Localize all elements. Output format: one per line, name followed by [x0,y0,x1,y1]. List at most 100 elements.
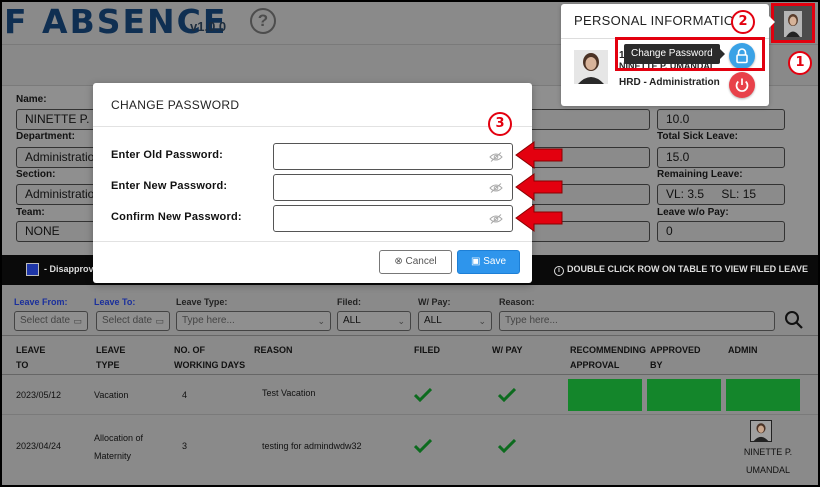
w-pay-select[interactable]: ALL ⌄ [418,311,492,331]
th-leave-type[interactable]: LEAVE TYPE [96,343,125,373]
divider [93,126,532,127]
leave-from-label: Leave From: [14,297,68,307]
table-row[interactable]: 2023/04/24 Allocation of Maternity 3 tes… [2,415,818,485]
th-days-line1: NO. OF [174,345,205,355]
new-password-input[interactable] [273,174,513,201]
arrow-left-icon [515,204,563,232]
remaining-field: VL: 3.5 SL: 15 [657,184,785,205]
leave-type-select[interactable]: Type here... ⌄ [176,311,331,331]
th-days-line2: WORKING DAYS [174,360,246,370]
w-pay-value: ALL [424,315,442,326]
leave-to-placeholder: Select date [102,315,153,326]
step-marker-1: 1 [788,51,812,75]
approved-status-cell [647,379,721,411]
leave-from-datepicker[interactable]: Select date ▭ [14,311,88,331]
personal-info-title: PERSONAL INFORMATION [574,13,744,28]
th-leave-to-line1: LEAVE [16,345,46,355]
th-recommending-line1: RECOMMENDING [570,345,646,355]
th-w-pay[interactable]: W/ PAY [492,343,523,358]
name-label: Name: [16,94,47,105]
th-reason[interactable]: REASON [254,343,293,358]
cell-admin-line2: UMANDAL [745,465,790,475]
save-icon: ▣ [470,256,481,267]
th-leave-type-line2: TYPE [96,360,120,370]
legend-hint: i DOUBLE CLICK ROW ON TABLE TO VIEW FILED… [554,264,808,276]
remaining-label: Remaining Leave: [657,169,743,180]
check-icon [414,388,432,402]
step-marker-2: 2 [731,10,755,34]
filed-select[interactable]: ALL ⌄ [337,311,411,331]
legend-swatch [26,263,39,276]
team-label: Team: [16,207,45,218]
chevron-down-icon: ⌄ [478,316,486,326]
logout-button[interactable] [729,72,755,98]
th-leave-to-line2: TO [16,360,29,370]
calendar-icon: ▭ [73,316,82,326]
cell-reason: Test Vacation [262,388,316,398]
team-field: NONE [16,221,96,242]
th-leave-type-line1: LEAVE [96,345,126,355]
save-button[interactable]: ▣ Save [457,250,520,274]
table-header: LEAVE TO LEAVE TYPE NO. OF WORKING DAYS … [2,335,818,375]
app-frame: F ABSENCE v1.0.0 ? Name: NINETTE P. U De… [0,0,820,487]
new-password-label: Enter New Password: [111,180,228,192]
help-icon[interactable]: ? [250,8,276,34]
search-icon[interactable] [784,310,804,330]
eye-slash-icon[interactable] [489,214,503,224]
remaining-sl: SL: 15 [721,187,757,201]
department-field: Administration [16,147,96,168]
department-label: Department: [16,131,75,142]
section-field: Administration [16,184,96,205]
reason-placeholder: Type here... [505,315,558,326]
cell-leave-to: 2023/04/24 [16,441,62,451]
old-password-input[interactable] [273,143,513,170]
check-icon [414,439,432,453]
divider [93,241,532,242]
cancel-button[interactable]: ⊗ Cancel [379,250,452,274]
eye-slash-icon[interactable] [489,183,503,193]
leave-to-datepicker[interactable]: Select date ▭ [96,311,170,331]
th-admin[interactable]: ADMIN [728,343,758,358]
leave-to-label: Leave To: [94,297,136,307]
name-field: NINETTE P. U [16,109,96,130]
th-recommending-line2: APPROVAL [570,360,620,370]
table-row[interactable]: 2023/05/12 Vacation 4 Test Vacation [2,375,818,415]
legend-text: - Disapprov [44,264,94,274]
admin-avatar-icon [750,420,772,442]
th-filed[interactable]: FILED [414,343,440,358]
profile-avatar-button[interactable] [771,3,815,43]
cell-days: 3 [182,441,188,451]
cell-type-line1: Allocation of [94,433,144,443]
leave-type-label: Leave Type: [176,297,228,307]
check-icon [498,439,516,453]
admin-status-cell [726,379,800,411]
cancel-icon: ⊗ [394,256,403,267]
vl-field: 10.0 [657,109,785,130]
eye-slash-icon[interactable] [489,152,503,162]
check-icon [498,388,516,402]
section-label: Section: [16,169,56,180]
leave-type-placeholder: Type here... [182,315,235,326]
reason-input[interactable]: Type here... [499,311,775,331]
recommending-status-cell [568,379,642,411]
profile-photo [574,50,608,84]
th-leave-to[interactable]: LEAVE TO [16,343,45,373]
legend-hint-text: DOUBLE CLICK ROW ON TABLE TO VIEW FILED … [567,264,808,274]
remaining-vl: VL: 3.5 [666,187,705,201]
change-password-modal: CHANGE PASSWORD Enter Old Password: Ente… [93,83,532,283]
profile-department: HRD - Administration [619,77,720,88]
cell-type: Vacation [94,390,129,400]
chevron-down-icon: ⌄ [317,316,325,326]
arrow-left-icon [515,173,563,201]
th-approved-line2: BY [650,360,663,370]
leave-wo-pay-label: Leave w/o Pay: [657,207,729,218]
th-recommending[interactable]: RECOMMENDING APPROVAL [570,343,646,373]
calendar-icon: ▭ [155,316,164,326]
step-marker-3: 3 [488,112,512,136]
reason-label: Reason: [499,297,535,307]
th-approved[interactable]: APPROVED BY [650,343,701,373]
th-days[interactable]: NO. OF WORKING DAYS [174,343,245,373]
filters-bar: Leave From: Leave To: Leave Type: Filed:… [2,285,818,335]
leave-wo-pay-field: 0 [657,221,785,242]
confirm-password-input[interactable] [273,205,513,232]
